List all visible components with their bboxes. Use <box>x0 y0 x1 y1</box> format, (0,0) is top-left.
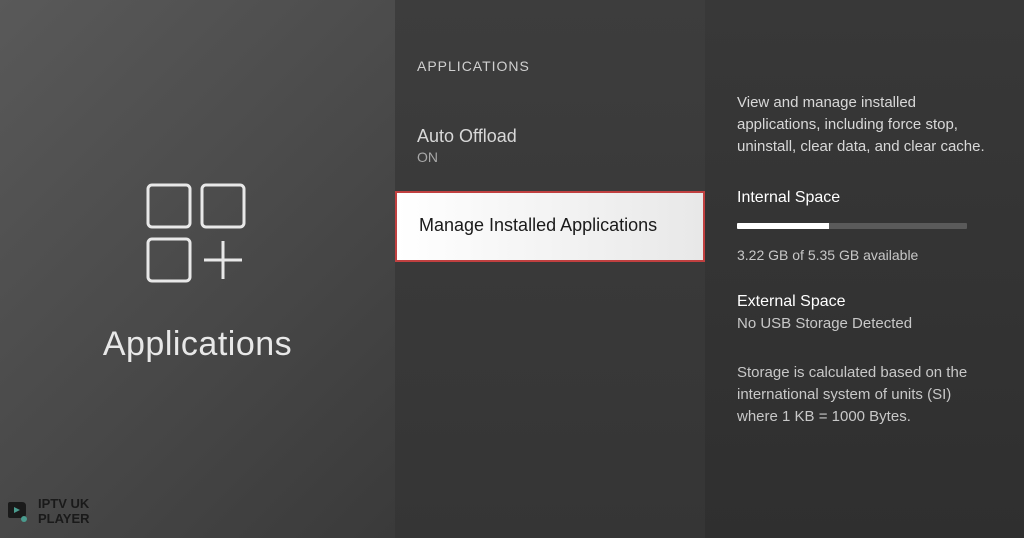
storage-progress-fill <box>737 223 829 229</box>
menu-item-manage-installed[interactable]: Manage Installed Applications <box>395 191 705 262</box>
left-panel: Applications IPTV UK PLAYER <box>0 0 395 538</box>
section-header: APPLICATIONS <box>395 58 705 74</box>
menu-item-auto-offload[interactable]: Auto Offload ON <box>395 114 705 177</box>
watermark-line2: PLAYER <box>38 512 90 526</box>
storage-note: Storage is calculated based on the inter… <box>737 362 994 427</box>
menu-item-subtitle: ON <box>417 149 683 165</box>
menu-item-title: Auto Offload <box>417 126 683 147</box>
external-space-value: No USB Storage Detected <box>737 315 994 332</box>
right-panel: View and manage installed applications, … <box>705 0 1024 538</box>
external-space-label: External Space <box>737 293 994 311</box>
internal-space-label: Internal Space <box>737 189 994 207</box>
watermark-logo: IPTV UK PLAYER <box>4 497 90 526</box>
menu-item-title: Manage Installed Applications <box>419 215 681 236</box>
applications-icon <box>138 175 258 295</box>
description-text: View and manage installed applications, … <box>737 92 994 157</box>
watermark-line1: IPTV UK <box>38 497 90 511</box>
applications-title: Applications <box>103 325 292 364</box>
internal-space-value: 3.22 GB of 5.35 GB available <box>737 247 994 263</box>
storage-progress-bar <box>737 223 967 229</box>
middle-panel: APPLICATIONS Auto Offload ON Manage Inst… <box>395 0 705 538</box>
